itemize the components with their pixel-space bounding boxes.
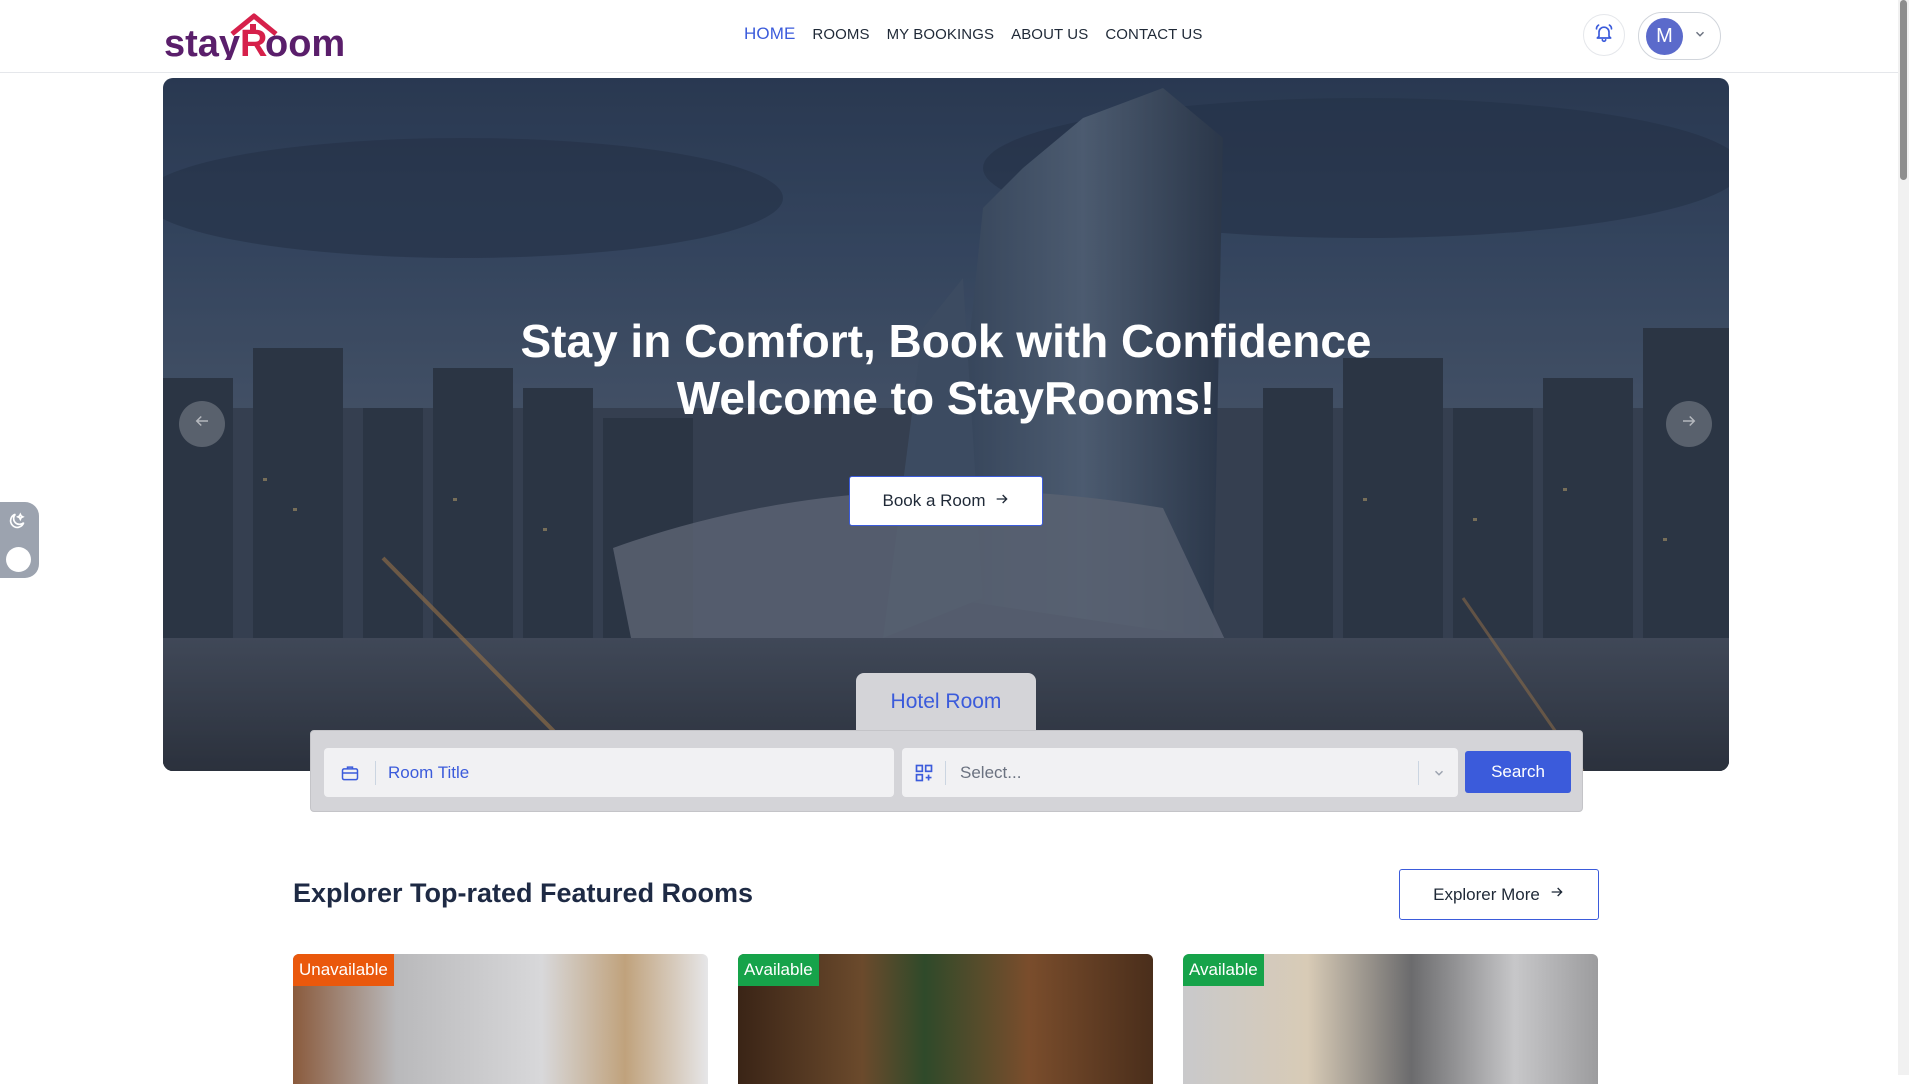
nav-home[interactable]: HOME bbox=[744, 24, 795, 44]
nav-about-us[interactable]: ABOUT US bbox=[1011, 26, 1088, 43]
room-card[interactable]: Available bbox=[1183, 954, 1598, 1084]
scrollbar-thumb[interactable] bbox=[1900, 0, 1907, 180]
svg-text:ooms: ooms bbox=[265, 23, 344, 60]
book-room-label: Book a Room bbox=[882, 491, 986, 510]
arrow-right-icon bbox=[994, 491, 1010, 512]
room-card[interactable]: Unavailable bbox=[293, 954, 708, 1084]
bell-icon bbox=[1594, 23, 1614, 48]
toggle-knob bbox=[6, 547, 31, 572]
explore-more-label: Explorer More bbox=[1433, 884, 1540, 904]
explore-more-button[interactable]: Explorer More bbox=[1399, 869, 1599, 920]
chevron-down-icon[interactable] bbox=[1418, 760, 1458, 785]
arrow-right-icon bbox=[1680, 412, 1698, 436]
theme-toggle[interactable] bbox=[0, 502, 39, 578]
svg-text:R: R bbox=[240, 23, 267, 60]
category-placeholder: Select... bbox=[960, 762, 1022, 782]
arrow-left-icon bbox=[193, 412, 211, 436]
slider-next-button[interactable] bbox=[1666, 401, 1712, 447]
site-header: stay R ooms HOME ROOMS MY BOOKINGS ABOUT… bbox=[0, 0, 1898, 73]
page-scrollbar[interactable] bbox=[1898, 0, 1909, 1075]
briefcase-icon bbox=[324, 760, 376, 785]
search-button[interactable]: Search bbox=[1465, 751, 1571, 793]
status-badge: Available bbox=[738, 954, 819, 986]
room-card[interactable]: Available bbox=[738, 954, 1153, 1084]
room-title-value: Room Title bbox=[388, 762, 470, 782]
tab-hotel-room[interactable]: Hotel Room bbox=[856, 673, 1036, 731]
arrow-right-icon bbox=[1549, 884, 1565, 905]
chevron-down-icon bbox=[1693, 27, 1707, 46]
book-room-button[interactable]: Book a Room bbox=[849, 476, 1043, 526]
room-category-select[interactable]: Select... bbox=[902, 748, 1458, 797]
nav-contact-us[interactable]: CONTACT US bbox=[1105, 26, 1202, 43]
hero-title-line-1: Stay in Comfort, Book with Confidence bbox=[520, 315, 1372, 367]
nav-my-bookings[interactable]: MY BOOKINGS bbox=[887, 26, 995, 43]
hero-title: Stay in Comfort, Book with Confidence We… bbox=[163, 313, 1729, 427]
search-panel: Room Title Select... Search bbox=[310, 730, 1583, 812]
room-title-field[interactable]: Room Title bbox=[324, 748, 894, 797]
nav-rooms[interactable]: ROOMS bbox=[812, 26, 869, 43]
hero-banner: Stay in Comfort, Book with Confidence We… bbox=[163, 78, 1729, 771]
user-menu-button[interactable]: M bbox=[1638, 12, 1721, 60]
main-nav: HOME ROOMS MY BOOKINGS ABOUT US CONTACT … bbox=[744, 24, 1202, 44]
status-badge: Available bbox=[1183, 954, 1264, 986]
status-badge: Unavailable bbox=[293, 954, 394, 986]
avatar: M bbox=[1646, 17, 1683, 55]
hero-title-line-2: Welcome to StayRooms! bbox=[676, 372, 1216, 424]
slider-prev-button[interactable] bbox=[179, 401, 225, 447]
grid-add-icon bbox=[902, 760, 946, 785]
notifications-button[interactable] bbox=[1583, 14, 1625, 56]
moon-icon bbox=[7, 511, 27, 536]
svg-text:stay: stay bbox=[164, 23, 240, 60]
featured-section-title: Explorer Top-rated Featured Rooms bbox=[293, 878, 754, 908]
stayrooms-logo[interactable]: stay R ooms bbox=[164, 12, 344, 60]
